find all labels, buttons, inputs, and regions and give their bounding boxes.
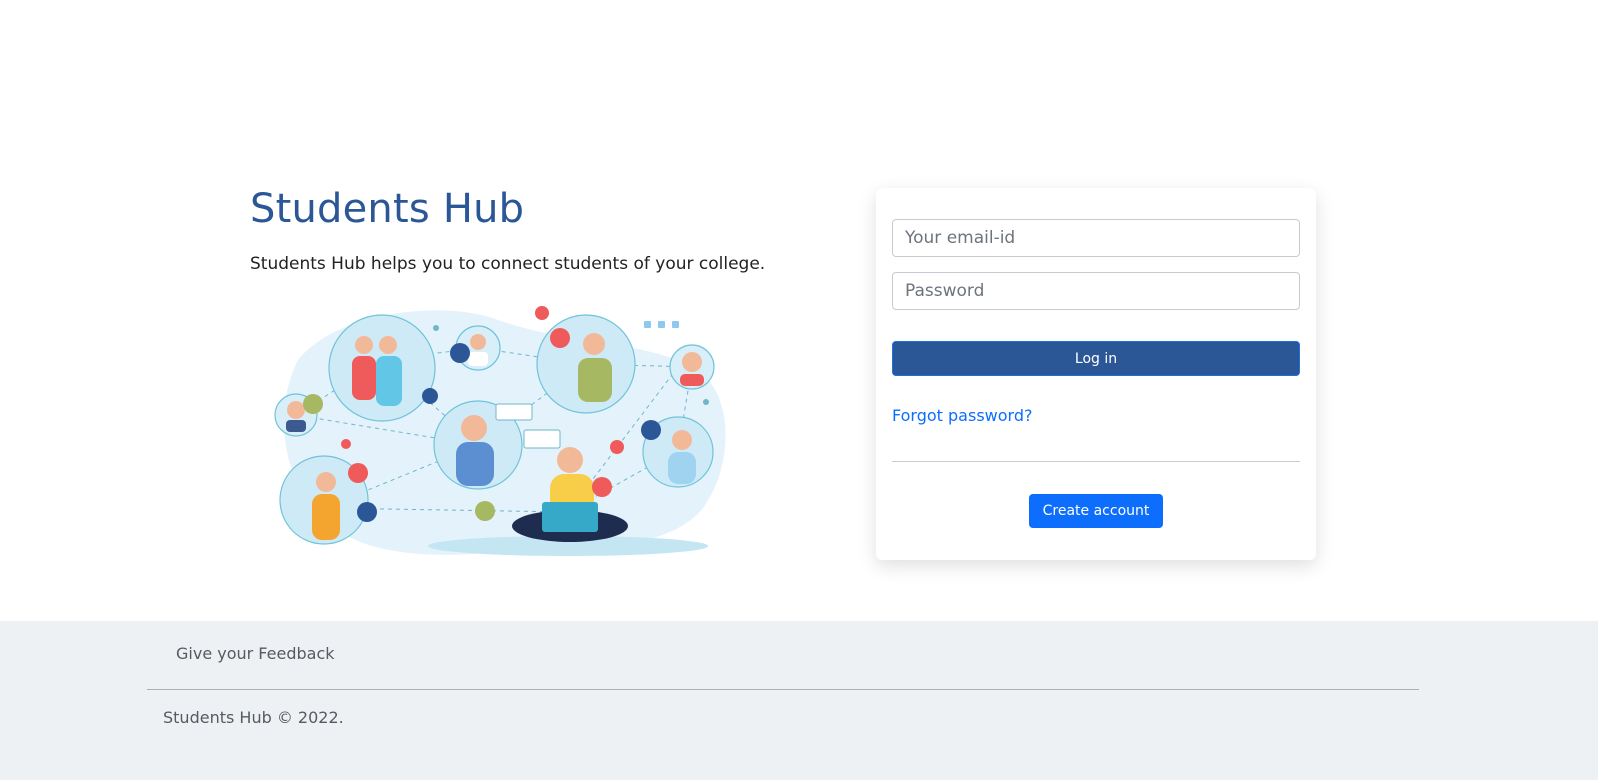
social-network-illustration [274, 306, 726, 556]
login-card: Log in Forgot password? Create account [876, 188, 1316, 560]
create-account-button[interactable]: Create account [1029, 494, 1163, 528]
login-button[interactable]: Log in [892, 341, 1300, 376]
page-title: Students Hub [250, 186, 525, 232]
footer-divider [147, 689, 1419, 690]
copyright-text: Students Hub © 2022. [163, 708, 344, 727]
footer: Give your Feedback Students Hub © 2022. [0, 621, 1598, 780]
page: Students Hub Students Hub helps you to c… [0, 0, 1598, 780]
divider [892, 461, 1300, 462]
feedback-link[interactable]: Give your Feedback [176, 644, 335, 663]
forgot-password-link[interactable]: Forgot password? [892, 406, 1032, 425]
email-input[interactable] [892, 219, 1300, 257]
password-input[interactable] [892, 272, 1300, 310]
page-subtitle: Students Hub helps you to connect studen… [250, 254, 766, 274]
